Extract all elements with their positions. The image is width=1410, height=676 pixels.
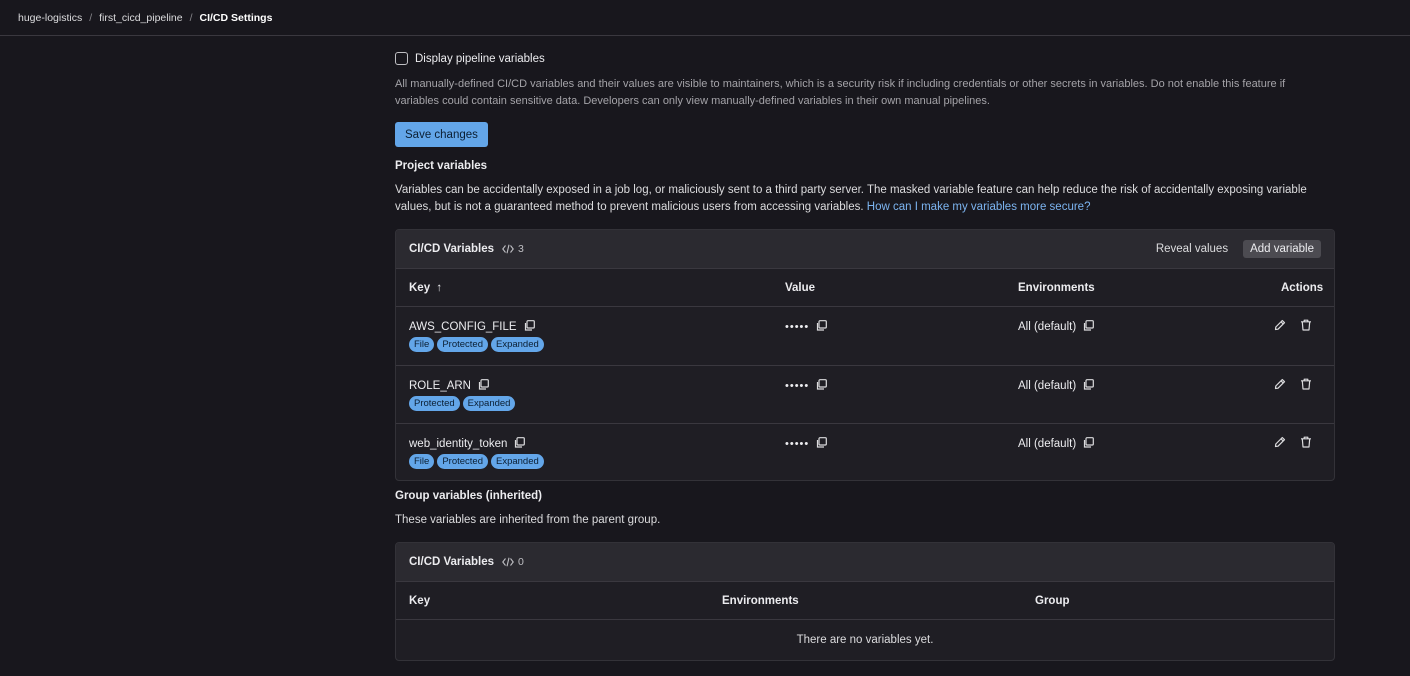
variable-environment-text: All (default) <box>1018 379 1077 392</box>
variable-environment-text: All (default) <box>1018 438 1077 450</box>
variable-value: ••••• <box>785 378 828 393</box>
breadcrumb-item-current[interactable]: CI/CD Settings <box>200 12 273 24</box>
sort-ascending-icon: ↑ <box>436 281 443 294</box>
copy-icon[interactable] <box>1083 437 1095 451</box>
variable-actions <box>1274 436 1326 451</box>
group-variables-card-header: CI/CD Variables 0 <box>396 543 1334 582</box>
project-variables-card-title: CI/CD Variables <box>409 243 495 255</box>
project-variables-card: CI/CD Variables 3 Reveal values Add vari… <box>395 229 1335 481</box>
variable-badge: Expanded <box>490 337 544 352</box>
variable-actions <box>1274 319 1326 334</box>
group-variables-count-value: 0 <box>518 556 524 568</box>
pencil-icon[interactable] <box>1274 319 1286 334</box>
variable-value: ••••• <box>785 437 828 451</box>
actions-column-header: Actions <box>1281 281 1324 294</box>
project-variables-count: 3 <box>502 243 524 255</box>
project-variables-table-header: Key ↑ Value Environments Actions <box>396 269 1334 307</box>
project-variables-rows: AWS_CONFIG_FILE File Protected Expanded ••… <box>396 307 1334 480</box>
group-variables-description: These variables are inherited from the p… <box>395 514 661 526</box>
variable-row: ROLE_ARN Protected Expanded ••••• All (de… <box>396 366 1334 424</box>
top-bar: huge-logistics / first_cicd_pipeline / C… <box>0 0 1410 36</box>
group-variables-count: 0 <box>502 556 524 568</box>
code-icon <box>502 557 514 567</box>
breadcrumb-item-group[interactable]: huge-logistics <box>18 12 82 24</box>
project-variables-description: Variables can be accidentally exposed in… <box>395 182 1330 216</box>
key-column-header[interactable]: Key ↑ <box>409 282 442 294</box>
variable-badge: Protected <box>437 454 488 469</box>
group-variables-empty-state: There are no variables yet. <box>796 634 934 646</box>
copy-icon[interactable] <box>478 378 489 393</box>
variable-key-text: ROLE_ARN <box>409 379 471 392</box>
variable-value-masked: ••••• <box>785 438 810 450</box>
group-column-header: Group <box>1035 594 1070 607</box>
variable-environment: All (default) <box>1018 437 1095 451</box>
variable-key: web_identity_token <box>409 437 526 451</box>
variable-environment-text: All (default) <box>1018 321 1077 333</box>
pencil-icon[interactable] <box>1274 436 1286 451</box>
group-key-column-header: Key <box>409 594 431 607</box>
variable-badges: File Protected Expanded <box>409 337 547 352</box>
value-column-header: Value <box>785 281 816 294</box>
variable-badge: Expanded <box>462 395 516 411</box>
variable-badge: Expanded <box>490 454 544 469</box>
secure-variables-link[interactable]: How can I make my variables more secure? <box>867 201 1091 213</box>
project-variables-description-text: Variables can be accidentally exposed in… <box>395 184 1307 213</box>
variable-badge: File <box>409 337 435 352</box>
key-column-label: Key <box>409 281 431 294</box>
variable-key-text: AWS_CONFIG_FILE <box>409 321 517 333</box>
copy-icon[interactable] <box>1083 320 1095 334</box>
breadcrumb-separator: / <box>89 11 93 24</box>
variable-key: AWS_CONFIG_FILE <box>409 320 535 334</box>
breadcrumb-item-project[interactable]: first_cicd_pipeline <box>99 12 182 24</box>
variable-environment: All (default) <box>1018 320 1095 334</box>
project-variables-title: Project variables <box>395 160 488 172</box>
reveal-values-button[interactable]: Reveal values <box>1151 240 1233 258</box>
variable-value-masked: ••••• <box>785 379 810 392</box>
display-variables-option[interactable]: Display pipeline variables <box>395 52 545 65</box>
copy-icon[interactable] <box>524 320 535 334</box>
save-changes-button[interactable]: Save changes <box>395 122 488 147</box>
variable-key-text: web_identity_token <box>409 438 508 450</box>
display-variables-checkbox[interactable] <box>395 52 408 65</box>
copy-icon[interactable] <box>816 437 828 451</box>
project-variables-card-header: CI/CD Variables 3 Reveal values Add vari… <box>396 230 1334 269</box>
group-environments-column-header: Environments <box>722 594 799 607</box>
add-variable-button[interactable]: Add variable <box>1243 240 1321 258</box>
copy-icon[interactable] <box>1083 378 1095 393</box>
code-icon <box>502 244 514 254</box>
copy-icon[interactable] <box>816 320 828 334</box>
pencil-icon[interactable] <box>1274 378 1286 393</box>
display-variables-help: All manually-defined CI/CD variables and… <box>395 78 1286 107</box>
breadcrumb-separator: / <box>189 11 193 24</box>
group-variables-table-header: Key Environments Group <box>396 582 1334 620</box>
copy-icon[interactable] <box>514 437 526 451</box>
group-variables-card: CI/CD Variables 0 Key Environments Group… <box>395 542 1335 661</box>
group-variables-title: Group variables (inherited) <box>395 490 542 502</box>
variable-badge: Protected <box>437 337 488 352</box>
variable-actions <box>1274 378 1326 393</box>
variable-key: ROLE_ARN <box>409 378 489 393</box>
project-variables-header-actions: Reveal values Add variable <box>1151 240 1321 258</box>
display-variables-label: Display pipeline variables <box>415 52 545 65</box>
project-variables-count-value: 3 <box>518 243 524 255</box>
trash-icon[interactable] <box>1300 319 1312 334</box>
variable-badges: File Protected Expanded <box>409 454 547 469</box>
trash-icon[interactable] <box>1300 436 1312 451</box>
variable-row: web_identity_token File Protected Expanded… <box>396 424 1334 480</box>
trash-icon[interactable] <box>1300 378 1312 393</box>
environments-column-header: Environments <box>1018 281 1095 294</box>
copy-icon[interactable] <box>816 378 828 393</box>
variable-value: ••••• <box>785 320 828 334</box>
variable-badge: Protected <box>409 395 460 411</box>
group-variables-card-title: CI/CD Variables <box>409 556 495 568</box>
variable-badge: File <box>409 454 435 469</box>
variable-value-masked: ••••• <box>785 321 810 333</box>
variable-badges: Protected Expanded <box>409 395 518 411</box>
variable-environment: All (default) <box>1018 378 1095 393</box>
variable-row: AWS_CONFIG_FILE File Protected Expanded ••… <box>396 307 1334 366</box>
